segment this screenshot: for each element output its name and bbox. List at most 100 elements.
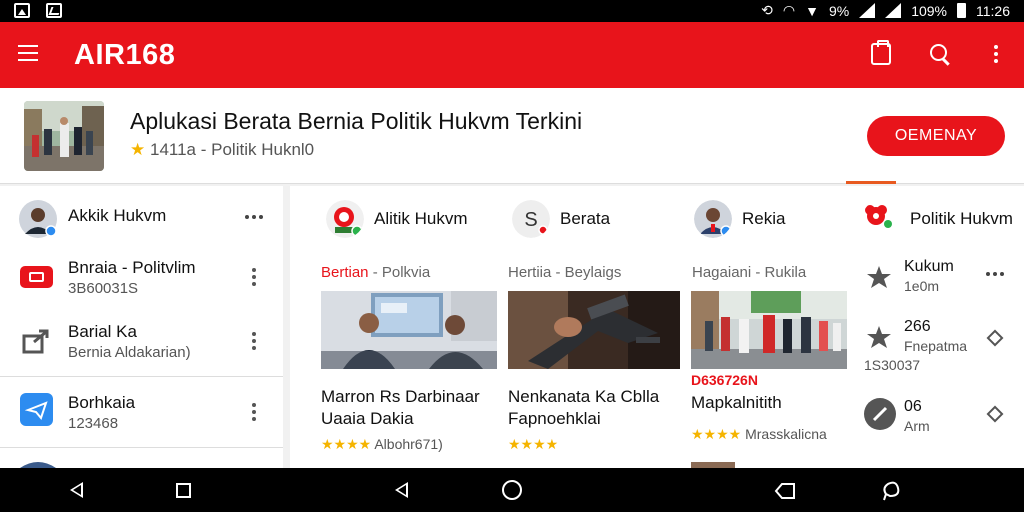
star-outline-icon (867, 326, 891, 348)
rating-text: Albohr671) (374, 436, 443, 452)
star-rating-icon: ★★★★ (508, 436, 559, 452)
right-row-title: 266 (904, 318, 931, 335)
svg-text:S: S (524, 209, 537, 231)
install-button[interactable]: OEMENAY (867, 116, 1005, 156)
app-category: Politik Huknl0 (211, 140, 315, 159)
status-bar: ⟲ ◠ ▼ 9% 109% 11:26 (0, 0, 1024, 22)
wifi-icon: ◠ (782, 2, 796, 18)
back-icon[interactable] (395, 482, 408, 498)
main-panel: Alitik Hukvm Bertian - Polkvia Marron Rs… (290, 186, 1024, 468)
compass-icon (864, 398, 896, 430)
news-title-line: Uaaia Dakia (321, 409, 414, 428)
column-header[interactable]: Politik Hukvm (862, 200, 1013, 238)
right-row-title: 06 (904, 398, 922, 415)
category-text: - Polkvia (368, 264, 431, 281)
cell-signal-icon (859, 3, 876, 18)
category-highlight: Bertian (321, 264, 369, 281)
recents-icon[interactable] (176, 483, 191, 498)
category-text: Hertiia - Beylaigs (508, 264, 622, 281)
app-header-card: Aplukasi Berata Bernia Politik Hukvm Ter… (0, 88, 1024, 184)
clock: 11:26 (976, 2, 1010, 19)
category-label: Hertiia - Beylaigs (508, 264, 621, 281)
right-row-subtitle: Arm (904, 418, 930, 434)
column-label: Politik Hukvm (910, 209, 1013, 228)
right-row-subtitle: Fnepatma (904, 338, 968, 354)
list-item[interactable]: Bnraia - Politvlim 3B60031S (0, 248, 283, 312)
app-title: AIR168 (74, 39, 176, 71)
diamond-icon[interactable] (986, 405, 1004, 423)
back-icon[interactable] (70, 482, 83, 498)
news-thumbnail[interactable] (508, 291, 680, 369)
news-title-line: Mapkalnitith (691, 393, 782, 412)
left-panel: Akkik Hukvm Bnraia - Politvlim 3B60031S … (0, 186, 283, 468)
clipboard-icon[interactable] (871, 40, 891, 65)
cell-signal-icon-2 (885, 3, 902, 18)
list-item-subtitle: 3B60031S (68, 280, 139, 297)
hamburger-menu-icon[interactable] (18, 45, 38, 61)
gallery-notification-icon (14, 3, 30, 18)
tab-indicator (846, 181, 896, 184)
list-item-subtitle: Bernia Aldakarian) (68, 344, 191, 361)
list-item-subtitle: 123468 (68, 415, 119, 432)
overflow-menu-icon[interactable] (994, 45, 998, 65)
news-thumbnail[interactable] (321, 291, 497, 369)
news-thumbnail[interactable] (691, 291, 847, 369)
column-label: Rekia (742, 209, 786, 228)
list-item[interactable]: Barial Ka Bernia Aldakarian) (0, 312, 283, 376)
star-rating-icon: ★★★★ (691, 426, 742, 442)
brand-logo-icon: S (512, 200, 550, 238)
column-header[interactable]: Rekia (694, 200, 785, 238)
rating-text: Mrasskalicna (745, 426, 827, 442)
star-icon: ★ (130, 140, 146, 159)
app-rating: 1411a (149, 140, 196, 159)
signal-text: 9% (828, 2, 850, 19)
more-horizontal-icon[interactable] (986, 272, 1004, 276)
right-row-title: Kukum (904, 258, 954, 275)
more-horizontal-icon[interactable] (245, 215, 263, 219)
news-title-line: Nenkanata Ka Cblla (508, 387, 660, 406)
avatar (694, 200, 732, 238)
left-panel-header-label: Akkik Hukvm (68, 206, 167, 225)
more-vertical-icon[interactable] (252, 268, 256, 289)
app-meta: ★ 1411a - Politik Huknl0 (130, 140, 314, 160)
diamond-icon[interactable] (986, 329, 1004, 347)
signal-icon: ▼ (805, 2, 819, 19)
right-row-subtitle: 1e0m (904, 278, 940, 294)
list-item-title: Borhkaia (68, 393, 136, 412)
search-icon[interactable] (930, 44, 952, 66)
news-rating: ★★★★ Mrasskalicna (691, 426, 827, 443)
party-logo-icon (865, 205, 892, 228)
star-outline-icon (867, 266, 891, 288)
partial-avatar (20, 462, 56, 468)
battery-percent: 109% (911, 2, 947, 19)
assistant-icon[interactable] (880, 480, 902, 502)
list-item[interactable]: Borhkaia 123468 (0, 377, 283, 447)
news-title[interactable]: Marron Rs Darbinaar Uaaia Dakia (321, 386, 480, 430)
news-title-line: Fapnoehklai (508, 409, 601, 428)
divider (0, 447, 283, 448)
list-item-title: Bnraia - Politvlim (68, 258, 196, 277)
column-header[interactable]: S Berata (512, 200, 610, 238)
more-vertical-icon[interactable] (252, 332, 256, 353)
navigation-bar (0, 468, 1024, 512)
news-rating: ★★★★ Albohr671) (321, 436, 443, 453)
avatar (19, 200, 57, 238)
share-icon (22, 329, 49, 354)
star-rating-icon: ★★★★ (321, 436, 372, 452)
meta-separator: - (200, 140, 207, 159)
left-panel-header[interactable]: Akkik Hukvm (0, 186, 283, 248)
news-title[interactable]: Nenkanata Ka Cblla Fapnoehklai (508, 386, 659, 430)
right-row-extra: 1S30037 (864, 357, 921, 373)
news-tag: D636726N (691, 372, 758, 388)
tag-icon[interactable] (774, 482, 796, 500)
party-logo-icon (326, 200, 364, 238)
column-header[interactable]: Alitik Hukvm (326, 200, 468, 238)
news-title[interactable]: Mapkalnitith (691, 392, 782, 414)
category-label: Hagaiani - Rukila (692, 264, 806, 281)
rotate-icon: ⟲ (761, 2, 773, 18)
column-label: Alitik Hukvm (374, 209, 468, 228)
more-vertical-icon[interactable] (252, 403, 256, 424)
category-label: Bertian - Polkvia (321, 264, 430, 281)
telegram-icon (20, 393, 53, 426)
home-icon[interactable] (502, 480, 522, 500)
